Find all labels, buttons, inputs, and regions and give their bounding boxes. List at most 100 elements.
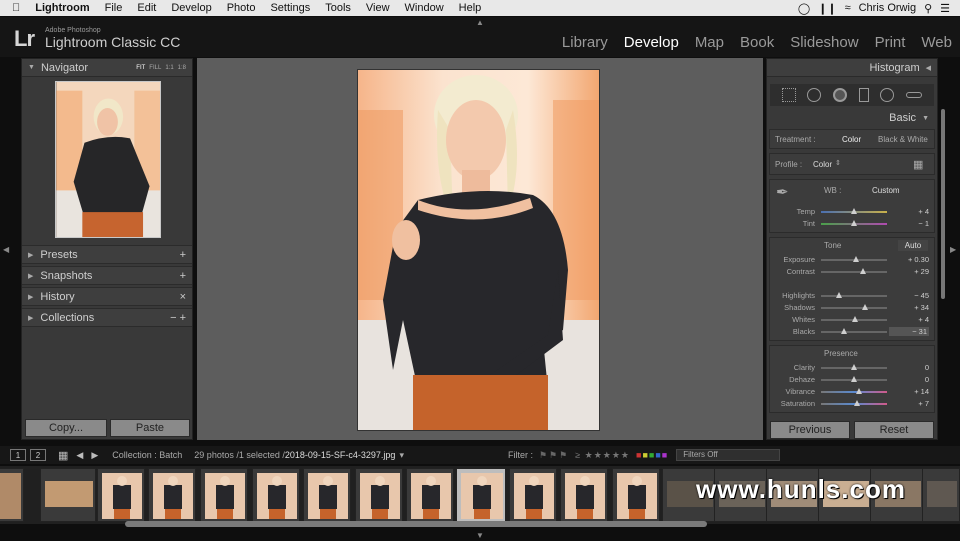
slider-track[interactable] — [821, 207, 887, 214]
right-panel-scrollbar[interactable] — [941, 109, 945, 299]
back-arrow-icon[interactable]: ◀ — [76, 450, 83, 461]
window-1-button[interactable]: 1 — [10, 449, 26, 461]
snapshots-section[interactable]: ▶ Snapshots + — [22, 266, 192, 285]
right-panel-toggle-icon[interactable]: ▶ — [950, 245, 956, 254]
slider-handle[interactable] — [851, 375, 857, 382]
menu-photo[interactable]: Photo — [227, 2, 256, 14]
menu-app-name[interactable]: Lightroom — [35, 2, 89, 14]
slider-shadows[interactable]: Shadows + 34 — [767, 303, 937, 312]
current-filename[interactable]: 2018-09-15-SF-c4-3297.jpg — [285, 450, 396, 460]
slider-value[interactable]: + 0.30 — [889, 255, 929, 264]
graduated-filter-icon[interactable] — [858, 88, 869, 102]
collections-section[interactable]: ▶ Collections − + — [22, 308, 192, 327]
navigator-header[interactable]: ▼ Navigator FIT FILL 1:1 1:8 — [22, 59, 192, 77]
slider-track[interactable] — [821, 315, 887, 322]
slider-track[interactable] — [821, 387, 887, 394]
slider-handle[interactable] — [836, 291, 843, 298]
film-thumb[interactable] — [97, 468, 145, 522]
bottom-panel-toggle-icon[interactable]: ▼ — [476, 531, 484, 540]
slider-handle[interactable] — [860, 267, 867, 274]
radial-filter-icon[interactable] — [880, 88, 895, 102]
film-thumb[interactable] — [922, 468, 960, 522]
slider-handle[interactable] — [852, 315, 859, 322]
slider-contrast[interactable]: Contrast + 29 — [767, 267, 937, 276]
main-photo[interactable] — [357, 69, 600, 431]
film-thumb[interactable] — [560, 468, 608, 522]
collection-actions-icon[interactable]: − + — [170, 312, 186, 324]
slider-value[interactable]: + 34 — [889, 303, 929, 312]
slider-handle[interactable] — [851, 363, 857, 370]
clear-history-icon[interactable]: × — [180, 291, 186, 303]
creative-cloud-icon[interactable]: ◯ — [798, 2, 810, 15]
slider-track[interactable] — [821, 375, 887, 382]
slider-value[interactable]: + 7 — [889, 399, 929, 408]
profile-select[interactable]: Color — [813, 160, 832, 169]
zoom-fill[interactable]: FILL — [149, 65, 161, 71]
film-thumb[interactable] — [612, 468, 660, 522]
star-filter-icon[interactable]: ≥ ★★★★★ — [575, 450, 630, 461]
zoom-fit[interactable]: FIT — [136, 65, 145, 71]
slider-highlights[interactable]: Highlights − 45 — [767, 291, 937, 300]
window-2-button[interactable]: 2 — [30, 449, 46, 461]
slider-exposure[interactable]: Exposure + 0.30 — [767, 255, 937, 264]
wifi-icon[interactable]: ≈ — [845, 2, 851, 14]
zoom-1-1[interactable]: 1:1 — [165, 65, 173, 71]
slider-track[interactable] — [821, 399, 887, 406]
film-thumb[interactable] — [303, 468, 351, 522]
module-print[interactable]: Print — [875, 34, 906, 51]
crop-tool-icon[interactable] — [781, 88, 796, 102]
slider-track[interactable] — [821, 363, 887, 370]
film-thumb[interactable] — [40, 468, 96, 522]
slider-value[interactable]: − 45 — [889, 291, 929, 300]
filmstrip-source[interactable]: Collection : Batch — [112, 450, 182, 460]
slider-value[interactable]: 0 — [889, 363, 929, 372]
filters-select[interactable]: Filters Off — [676, 449, 781, 461]
spot-removal-icon[interactable] — [807, 88, 822, 102]
slider-value[interactable]: − 31 — [889, 327, 929, 336]
flag-filter-icon[interactable]: ⚑⚑⚑ — [539, 450, 569, 461]
slider-handle[interactable] — [853, 399, 860, 406]
slider-value[interactable]: 0 — [889, 375, 929, 384]
zoom-1-8[interactable]: 1:8 — [178, 65, 186, 71]
slider-value[interactable]: + 14 — [889, 387, 929, 396]
copy-button[interactable]: Copy... — [25, 419, 107, 437]
slider-value[interactable]: + 4 — [889, 207, 929, 216]
auto-tone-button[interactable]: Auto — [898, 240, 928, 251]
color-label-filter-icon[interactable]: ■■■■■ — [636, 450, 668, 460]
slider-vibrance[interactable]: Vibrance + 14 — [767, 387, 937, 396]
grid-view-icon[interactable]: ▦ — [58, 449, 68, 462]
slider-value[interactable]: + 4 — [889, 315, 929, 324]
slider-handle[interactable] — [852, 255, 859, 262]
slider-whites[interactable]: Whites + 4 — [767, 315, 937, 324]
user-name[interactable]: Chris Orwig — [859, 2, 916, 14]
filmstrip-scrollbar[interactable] — [125, 521, 707, 527]
slider-handle[interactable] — [851, 219, 857, 226]
collapse-icon[interactable]: ◀ — [926, 64, 931, 72]
presets-section[interactable]: ▶ Presets + — [22, 245, 192, 264]
slider-track[interactable] — [821, 303, 887, 310]
module-book[interactable]: Book — [740, 34, 774, 51]
collapse-icon[interactable]: ▼ — [922, 115, 929, 122]
menu-file[interactable]: File — [105, 2, 123, 14]
collapse-icon[interactable]: ▼ — [28, 64, 35, 71]
history-section[interactable]: ▶ History × — [22, 287, 192, 306]
top-panel-toggle-icon[interactable]: ▲ — [476, 18, 484, 27]
adjustment-brush-icon[interactable] — [906, 92, 923, 98]
slider-track[interactable] — [821, 327, 887, 334]
film-thumb[interactable] — [509, 468, 557, 522]
menu-develop[interactable]: Develop — [171, 2, 211, 14]
apple-icon[interactable]:  — [12, 2, 20, 14]
basic-header[interactable]: Basic ▼ — [767, 109, 937, 127]
slider-dehaze[interactable]: Dehaze 0 — [767, 375, 937, 384]
histogram-header[interactable]: Histogram ◀ — [767, 59, 937, 77]
slider-saturation[interactable]: Saturation + 7 — [767, 399, 937, 408]
slider-tint[interactable]: Tint − 1 — [767, 219, 937, 228]
film-thumb-selected[interactable] — [456, 468, 506, 522]
slider-value[interactable]: − 1 — [889, 219, 929, 228]
slider-handle[interactable] — [855, 387, 862, 394]
menu-help[interactable]: Help — [459, 2, 482, 14]
profile-browser-icon[interactable]: ▦ — [913, 158, 923, 171]
slider-track[interactable] — [821, 219, 887, 226]
slider-temp[interactable]: Temp + 4 — [767, 207, 937, 216]
pause-icon[interactable]: ❙❙ — [818, 2, 836, 15]
